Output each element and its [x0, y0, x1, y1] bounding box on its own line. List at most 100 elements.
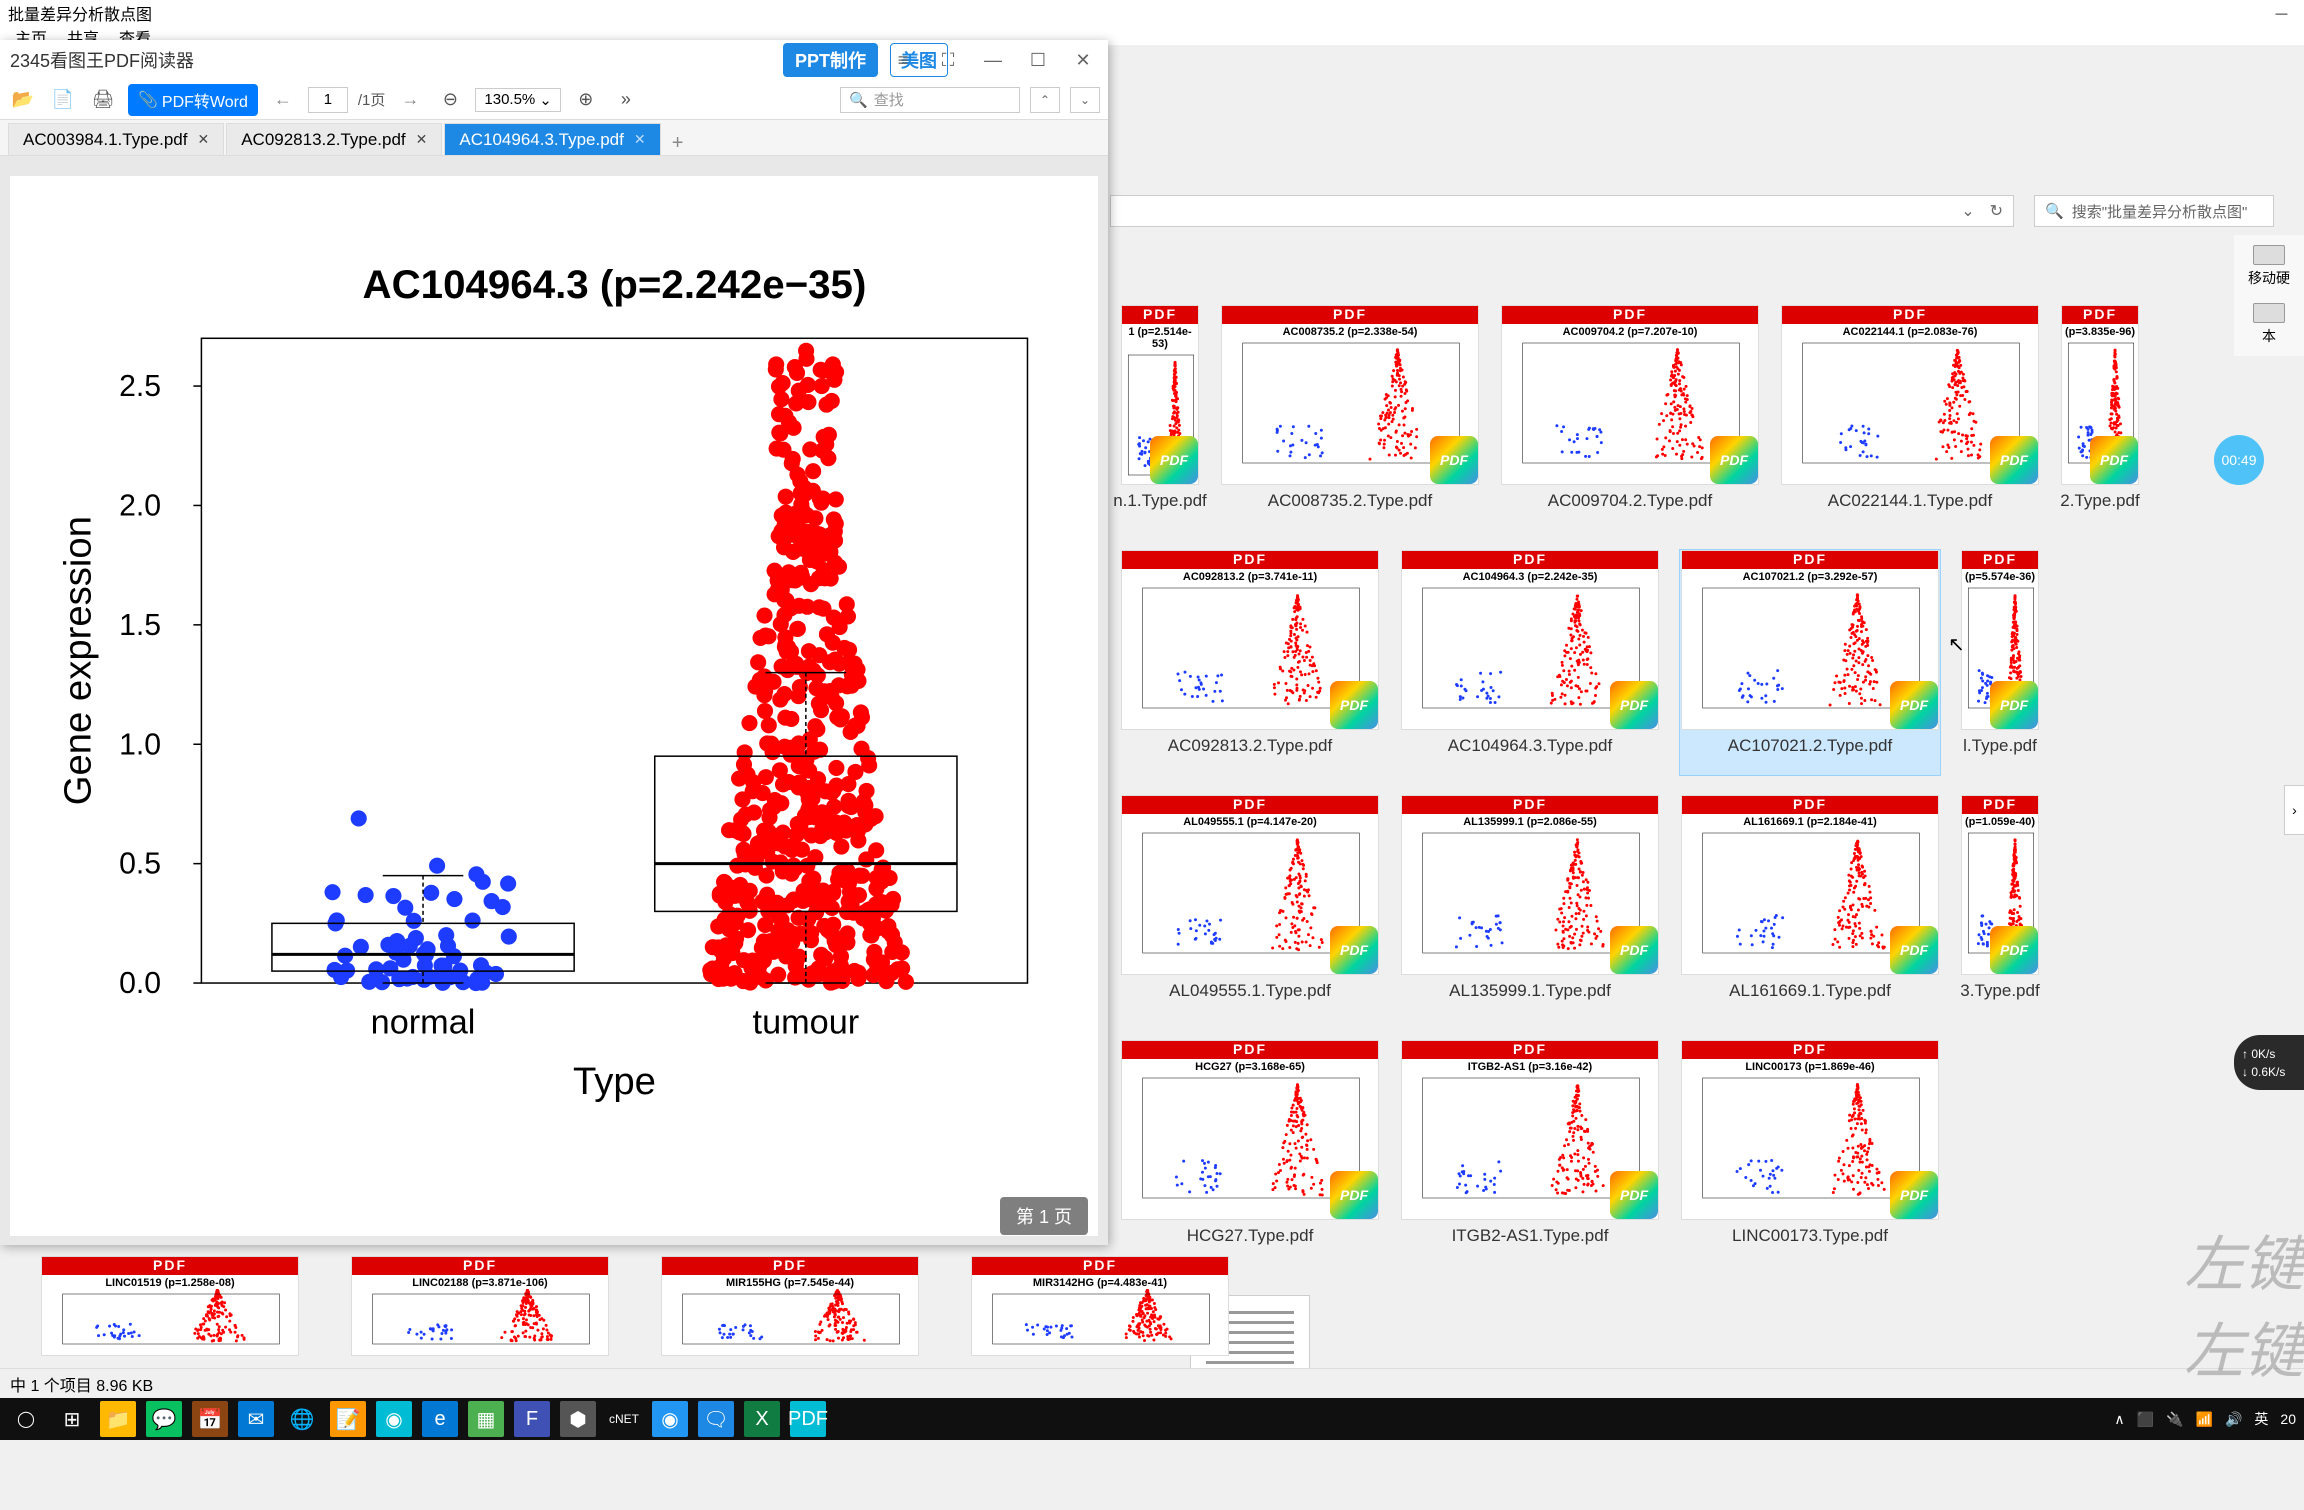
convert-icon: 📎	[138, 90, 158, 110]
file-item[interactable]: PDF MIR3142HG (p=4.483e-41)	[970, 1256, 1230, 1366]
panel-collapse-arrow[interactable]: ›	[2284, 785, 2304, 835]
add-tab-button[interactable]: +	[663, 132, 693, 155]
file-item[interactable]: PDF HCG27 (p=3.168e-65) PDF HCG27.Type.p…	[1120, 1040, 1380, 1265]
excel-icon[interactable]: X	[744, 1401, 780, 1437]
explorer-search-box[interactable]: 🔍 搜索"批量差异分析散点图"	[2034, 195, 2274, 227]
chrome-icon[interactable]: 🌐	[284, 1401, 320, 1437]
explorer-title-bar: 批量差异分析散点图 —	[0, 0, 2304, 25]
file-item[interactable]: PDF LINC01519 (p=1.258e-08)	[40, 1256, 300, 1366]
pdf-badge-icon: PDF	[2090, 436, 2138, 484]
pdf-to-word-button[interactable]: 📎 PDF转Word	[128, 84, 258, 116]
file-item[interactable]: PDF (p=5.574e-36) PDF l.Type.pdf	[1960, 550, 2040, 775]
pdf-reader-taskbar-icon[interactable]: PDF	[790, 1401, 826, 1437]
cnet-icon[interactable]: cNET	[606, 1401, 642, 1437]
pdf-banner: PDF	[1682, 551, 1938, 569]
search-icon: 🔍	[2045, 202, 2064, 220]
app-icon-7[interactable]: 🗨	[698, 1401, 734, 1437]
tray-network-icon[interactable]: 📶	[2196, 1411, 2213, 1428]
chevron-down-icon: ⌄	[539, 91, 552, 109]
tray-volume-icon[interactable]: 🔊	[2225, 1411, 2242, 1428]
zoom-select[interactable]: 130.5% ⌄	[475, 88, 560, 112]
pdf-app-name: 2345看图王PDF阅读器	[10, 47, 194, 73]
zoom-out-icon[interactable]: ⊖	[435, 85, 465, 115]
file-item[interactable]: PDF MIR155HG (p=7.545e-44)	[660, 1256, 920, 1366]
file-item[interactable]: PDF AC009704.2 (p=7.207e-10) PDF AC00970…	[1500, 305, 1760, 530]
network-speed-widget[interactable]: ↑ 0K/s ↓ 0.6K/s	[2234, 1035, 2304, 1090]
file-thumbnail: PDF AC107021.2 (p=3.292e-57) PDF	[1681, 550, 1939, 730]
svg-text:Gene expression: Gene expression	[57, 516, 100, 805]
file-item[interactable]: PDF 1 (p=2.514e-53) PDF n.1.Type.pdf	[1120, 305, 1200, 530]
maximize-icon[interactable]: ☐	[1023, 50, 1053, 71]
pdf-banner: PDF	[1962, 551, 2038, 569]
pdf-tab[interactable]: AC104964.3.Type.pdf✕	[444, 123, 660, 155]
file-item[interactable]: PDF AL161669.1 (p=2.184e-41) PDF AL16166…	[1680, 795, 1940, 1020]
timer-widget[interactable]: 00:49	[2214, 435, 2264, 485]
save-icon[interactable]: 📄	[48, 85, 78, 115]
next-page-button[interactable]: →	[395, 89, 425, 110]
pdf-tab[interactable]: AC003984.1.Type.pdf✕	[8, 123, 224, 155]
search-prev-button[interactable]: ⌃	[1030, 87, 1060, 113]
panel-item-disk[interactable]: 移动硬	[2248, 245, 2290, 288]
explorer-minimize[interactable]: —	[2259, 0, 2304, 25]
print-icon[interactable]: 🖨	[88, 85, 118, 115]
file-item[interactable]: PDF LINC02188 (p=3.871e-106)	[350, 1256, 610, 1366]
search-next-button[interactable]: ⌄	[1070, 87, 1100, 113]
file-name-label: AC107021.2.Type.pdf	[1728, 736, 1892, 756]
file-item[interactable]: PDF AL049555.1 (p=4.147e-20) PDF AL04955…	[1120, 795, 1380, 1020]
wechat-icon[interactable]: 💬	[146, 1401, 182, 1437]
app-icon-2[interactable]: ◉	[376, 1401, 412, 1437]
pdf-tab[interactable]: AC092813.2.Type.pdf✕	[226, 123, 442, 155]
app-icon-4[interactable]: F	[514, 1401, 550, 1437]
explorer-address-bar[interactable]: ⌄ ↻	[1110, 195, 2014, 227]
refresh-icon[interactable]: ↻	[1990, 201, 2003, 221]
file-item[interactable]: PDF AC092813.2 (p=3.741e-11) PDF AC09281…	[1120, 550, 1380, 775]
ppt-make-button[interactable]: PPT制作	[783, 43, 878, 77]
tray-icon-1[interactable]: ⬛	[2137, 1411, 2154, 1428]
app-icon-1[interactable]: 📅	[192, 1401, 228, 1437]
pdf-search-input[interactable]: 🔍 查找	[840, 87, 1020, 113]
file-item[interactable]: PDF AC104964.3 (p=2.242e-35) PDF AC10496…	[1400, 550, 1660, 775]
file-item[interactable]: PDF AC008735.2 (p=2.338e-54) PDF AC00873…	[1220, 305, 1480, 530]
file-item[interactable]: PDF (p=1.059e-40) PDF 3.Type.pdf	[1960, 795, 2040, 1020]
minimize-icon[interactable]: —	[978, 50, 1008, 71]
tab-close-icon[interactable]: ✕	[634, 131, 646, 148]
pdf-viewport[interactable]: 📋 AC104964.3 (p=2.242e−35) 0.00.51.01.52…	[0, 156, 1108, 1245]
file-item[interactable]: PDF (p=3.835e-96) PDF 2.Type.pdf	[2060, 305, 2140, 530]
app-icon-3[interactable]: ▦	[468, 1401, 504, 1437]
pdf-badge-icon: PDF	[1150, 436, 1198, 484]
file-item[interactable]: PDF AC107021.2 (p=3.292e-57) PDF AC10702…	[1680, 550, 1940, 775]
edge-icon[interactable]: e	[422, 1401, 458, 1437]
tab-close-icon[interactable]: ✕	[197, 131, 209, 148]
open-icon[interactable]: 📂	[8, 85, 38, 115]
page-number-input[interactable]	[308, 87, 348, 113]
file-explorer-icon[interactable]: 📁	[100, 1401, 136, 1437]
task-view-icon[interactable]: ⊞	[54, 1401, 90, 1437]
clock-date[interactable]: 20	[2280, 1411, 2296, 1427]
mail-icon[interactable]: ✉	[238, 1401, 274, 1437]
app-icon-5[interactable]: ⬢	[560, 1401, 596, 1437]
file-item[interactable]: PDF AL135999.1 (p=2.086e-55) PDF AL13599…	[1400, 795, 1660, 1020]
ime-indicator[interactable]: 英	[2254, 1409, 2268, 1429]
hamburger-icon[interactable]: ≡	[888, 50, 918, 71]
tray-expand-icon[interactable]: ∧	[2114, 1411, 2124, 1428]
address-dropdown-icon[interactable]: ⌄	[1961, 201, 1974, 221]
file-name-label: HCG27.Type.pdf	[1187, 1226, 1314, 1246]
pdf-tab-bar: AC003984.1.Type.pdf✕AC092813.2.Type.pdf✕…	[0, 120, 1108, 156]
prev-page-button[interactable]: ←	[268, 89, 298, 110]
pdf-badge-icon: PDF	[1890, 681, 1938, 729]
tray-power-icon[interactable]: 🔌	[2166, 1411, 2183, 1428]
file-thumbnail: PDF LINC02188 (p=3.871e-106)	[351, 1256, 609, 1356]
app-icon-6[interactable]: ◉	[652, 1401, 688, 1437]
file-item[interactable]: PDF ITGB2-AS1 (p=3.16e-42) PDF ITGB2-AS1…	[1400, 1040, 1660, 1265]
zoom-in-icon[interactable]: ⊕	[571, 85, 601, 115]
file-name-label: AC104964.3.Type.pdf	[1448, 736, 1612, 756]
close-icon[interactable]: ✕	[1068, 50, 1098, 71]
file-item[interactable]: PDF LINC00173 (p=1.869e-46) PDF LINC0017…	[1680, 1040, 1940, 1265]
sublime-icon[interactable]: 📝	[330, 1401, 366, 1437]
fullscreen-icon[interactable]: ⛶	[933, 50, 963, 71]
start-button[interactable]: ◯	[8, 1401, 44, 1437]
more-tools-icon[interactable]: »	[611, 85, 641, 115]
panel-item-disk2[interactable]: 本	[2253, 303, 2285, 346]
tab-close-icon[interactable]: ✕	[416, 131, 428, 148]
file-item[interactable]: PDF AC022144.1 (p=2.083e-76) PDF AC02214…	[1780, 305, 2040, 530]
